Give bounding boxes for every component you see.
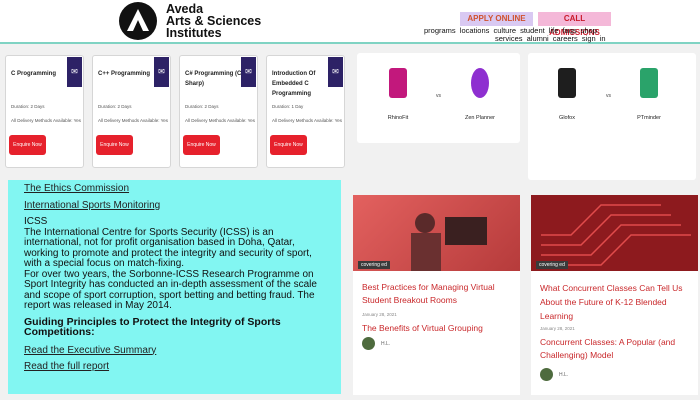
sports-monitoring-link[interactable]: International Sports Monitoring: [24, 200, 325, 212]
enquire-now-button[interactable]: Enquire Now: [183, 135, 220, 155]
course-card: ✉ Introduction Of Embedded C Programming…: [266, 55, 345, 168]
author-avatar: [540, 368, 553, 381]
course-delivery: All Delivery Methods Available: Yes: [98, 118, 168, 123]
logo-icon[interactable]: [119, 2, 157, 40]
course-delivery: All Delivery Methods Available: Yes: [185, 118, 255, 123]
comparison-card[interactable]: vs RhinoFit Zen Planner: [357, 53, 520, 143]
course-duration: Duration: 2 Days: [11, 104, 45, 109]
course-card: ✉ C# Programming (C Sharp) Duration: 2 D…: [179, 55, 258, 168]
panel-paragraph: For over two years, the Sorbonne-ICSS Re…: [24, 268, 317, 311]
nav-careers[interactable]: careers: [553, 34, 578, 43]
logo-text[interactable]: Aveda Arts & Sciences Institutes: [166, 3, 261, 40]
apply-online-button[interactable]: APPLY ONLINE: [460, 12, 533, 26]
glofox-logo-icon: [558, 68, 576, 98]
blog-title[interactable]: Best Practices for Managing Virtual Stud…: [362, 281, 512, 307]
blog-date: January 28, 2021: [540, 326, 575, 331]
app-name: RhinoFit: [387, 115, 409, 121]
course-title: C# Programming (C Sharp): [185, 71, 242, 87]
nav-programs[interactable]: programs: [424, 26, 456, 35]
nav-services[interactable]: services: [495, 34, 523, 43]
blog-card: covering ed Best Practices for Managing …: [353, 195, 520, 395]
app-name: Zen Planner: [465, 115, 495, 121]
nav-sign-in[interactable]: sign in: [582, 34, 606, 43]
ethics-commission-link[interactable]: The Ethics Commission: [24, 183, 325, 195]
nav-locations[interactable]: locations: [460, 26, 490, 35]
call-admissions-button[interactable]: CALL ADMISSIONS: [538, 12, 611, 37]
enquire-now-button[interactable]: Enquire Now: [96, 135, 133, 155]
course-delivery: All Delivery Methods Available: Yes: [272, 118, 342, 123]
site-header: Aveda Arts & Sciences Institutes APPLY O…: [0, 0, 700, 44]
rhinofit-logo-icon: [389, 68, 407, 98]
blog-tag[interactable]: covering ed: [358, 261, 390, 269]
app-name: PTminder: [637, 115, 661, 121]
course-title: C Programming: [11, 71, 57, 77]
zen-planner-logo-icon: [471, 68, 489, 98]
blog-subtitle[interactable]: Concurrent Classes: A Popular (and Chall…: [540, 336, 690, 362]
blog-title[interactable]: What Concurrent Classes Can Tell Us Abou…: [540, 281, 690, 323]
ptminder-logo-icon: [640, 68, 658, 98]
full-report-link[interactable]: Read the full report: [24, 361, 325, 373]
nav-alumni[interactable]: alumni: [527, 34, 549, 43]
vs-label: vs: [436, 93, 441, 99]
course-badge-icon: ✉: [67, 57, 82, 87]
blog-image[interactable]: [531, 195, 698, 271]
course-delivery: All Delivery Methods Available: Yes: [11, 118, 81, 123]
blog-tag[interactable]: covering ed: [536, 261, 568, 269]
course-badge-icon: ✉: [328, 57, 343, 87]
blog-card: covering ed What Concurrent Classes Can …: [531, 195, 698, 395]
vs-label: vs: [606, 93, 611, 99]
enquire-now-button[interactable]: Enquire Now: [9, 135, 46, 155]
panel-subheading: Guiding Principles to Protect the Integr…: [24, 315, 281, 338]
app-name: Glofox: [559, 115, 575, 121]
blog-date: January 28, 2021: [362, 312, 397, 317]
course-title: C++ Programming: [98, 71, 151, 77]
executive-summary-link[interactable]: Read the Executive Summary: [24, 345, 325, 357]
author-name: H.L.: [381, 341, 391, 347]
panel-heading: ICSS: [24, 216, 48, 227]
comparison-card[interactable]: vs Glofox PTminder: [528, 53, 696, 180]
enquire-now-button[interactable]: Enquire Now: [270, 135, 307, 155]
author-name: H.L.: [559, 372, 569, 378]
course-title: Introduction Of Embedded C Programming: [272, 71, 316, 97]
author-avatar: [362, 337, 375, 350]
course-duration: Duration: 1 Day: [272, 104, 304, 109]
course-duration: Duration: 2 Days: [185, 104, 219, 109]
course-badge-icon: ✉: [241, 57, 256, 87]
main-nav-row2: services alumni careers sign in: [495, 34, 606, 43]
panel-paragraph: The International Centre for Sports Secu…: [24, 226, 312, 269]
icss-panel: The Ethics Commission International Spor…: [8, 180, 341, 394]
course-badge-icon: ✉: [154, 57, 169, 87]
blog-image[interactable]: [353, 195, 520, 271]
course-card: ✉ C Programming Duration: 2 Days All Del…: [5, 55, 84, 168]
blog-subtitle[interactable]: The Benefits of Virtual Grouping: [362, 322, 512, 335]
course-duration: Duration: 2 Days: [98, 104, 132, 109]
course-card: ✉ C++ Programming Duration: 2 Days All D…: [92, 55, 171, 168]
